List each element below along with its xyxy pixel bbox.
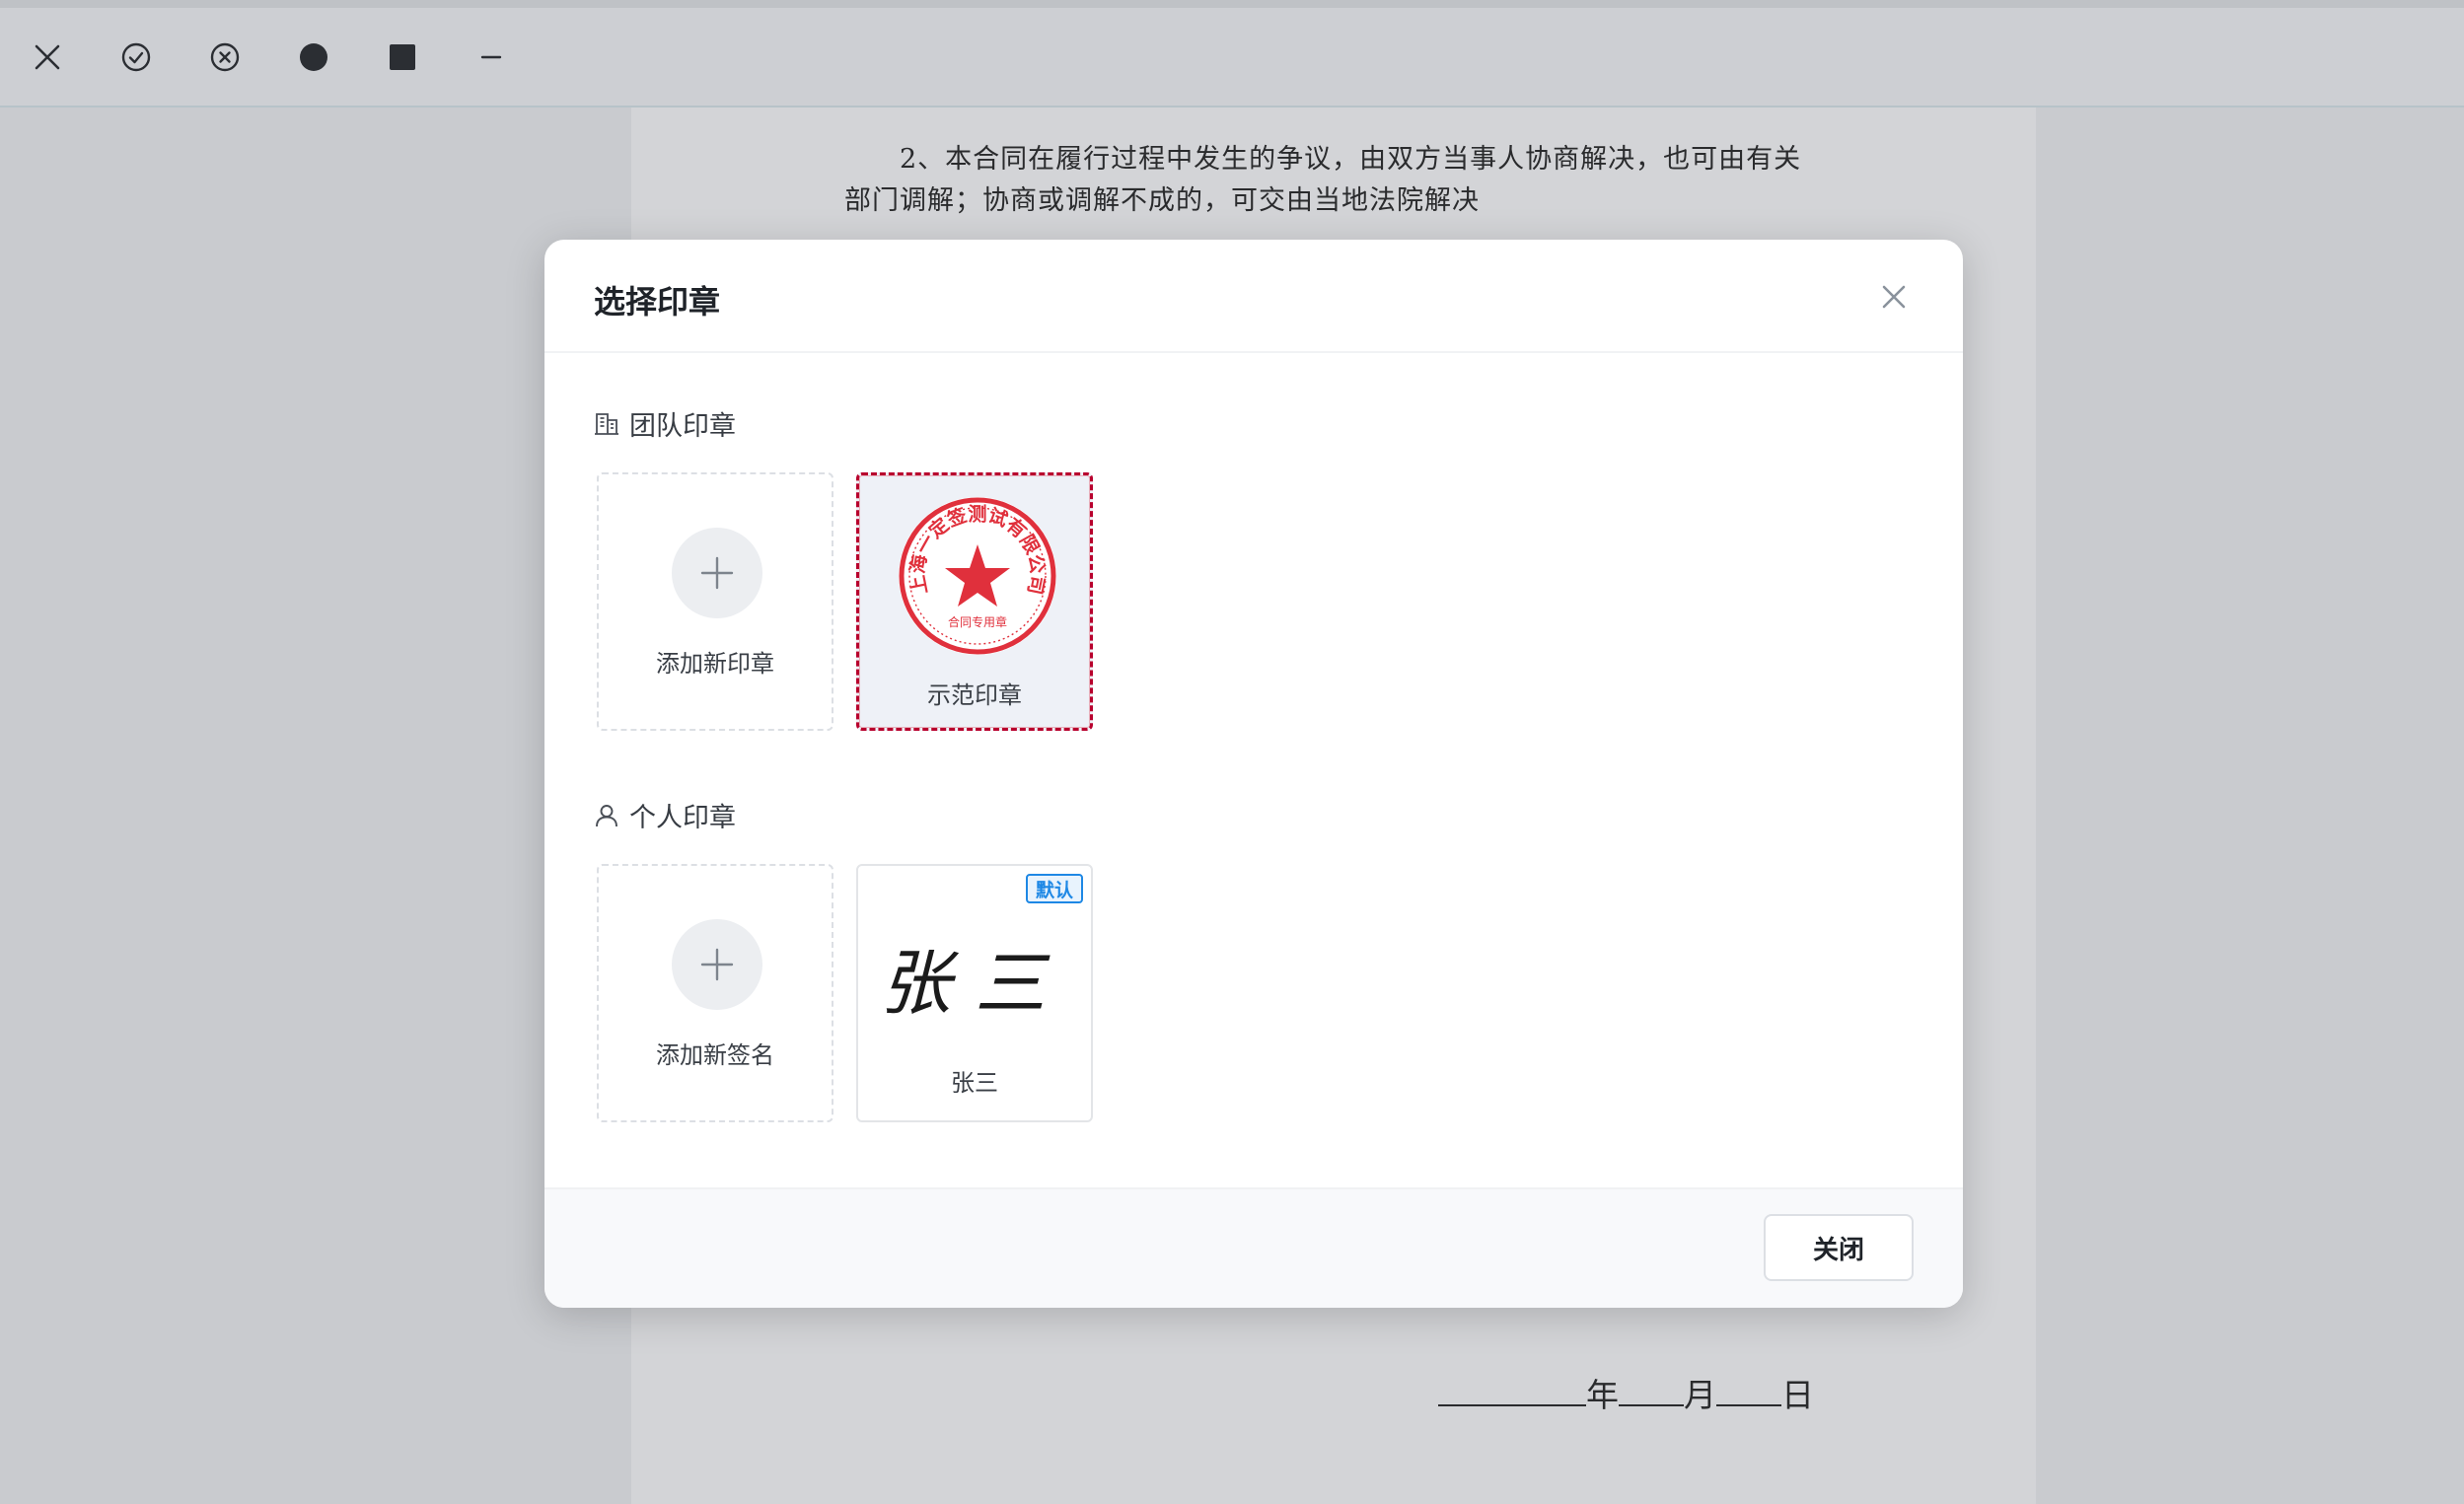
signature-image: 张三 <box>879 942 1069 1025</box>
team-seal-section-label: 团队印章 <box>594 404 736 443</box>
add-seal-plus <box>672 528 762 618</box>
select-seal-dialog: 选择印章 团队印章 添加新印章 上海一定签测试有限公司 合同专用章 示范印章 个… <box>544 240 1963 1308</box>
date-month: 月 <box>1684 1376 1716 1414</box>
signature-card[interactable]: 默认 张三 张三 <box>856 864 1093 1122</box>
close-button[interactable]: 关闭 <box>1764 1214 1914 1281</box>
year-blank[interactable] <box>1438 1379 1586 1406</box>
date-day: 日 <box>1781 1376 1814 1414</box>
add-signature-card[interactable]: 添加新签名 <box>597 864 833 1122</box>
plus-icon <box>700 948 734 981</box>
dot-tool[interactable] <box>292 36 335 79</box>
plus-icon <box>700 556 734 590</box>
demo-seal-card[interactable]: 上海一定签测试有限公司 合同专用章 示范印章 <box>856 472 1093 731</box>
add-seal-card[interactable]: 添加新印章 <box>597 472 833 731</box>
add-signature-label: 添加新签名 <box>656 1041 774 1069</box>
dialog-header: 选择印章 <box>544 240 1963 353</box>
line-tool[interactable] <box>470 36 513 79</box>
check-circle-icon <box>121 42 151 72</box>
rectangle-tool[interactable] <box>381 36 424 79</box>
document-line-2: 部门调解；协商或调解不成的，可交由当地法院解决 <box>844 185 1480 216</box>
check-tool[interactable] <box>114 36 158 79</box>
default-badge: 默认 <box>1026 874 1083 903</box>
dialog-footer: 关闭 <box>544 1187 1963 1308</box>
close-tool[interactable] <box>26 36 69 79</box>
x-circle-icon <box>210 42 240 72</box>
signature-label: 张三 <box>951 1069 998 1097</box>
filled-circle-icon <box>300 43 327 71</box>
day-blank[interactable] <box>1716 1379 1781 1406</box>
building-icon <box>595 412 618 435</box>
window-top-border <box>0 0 2464 8</box>
minus-icon <box>480 55 502 59</box>
dialog-title: 选择印章 <box>594 283 721 321</box>
document-line-1: 2、本合同在履行过程中发生的争议，由双方当事人协商解决，也可由有关 <box>900 144 1802 175</box>
month-blank[interactable] <box>1619 1379 1684 1406</box>
demo-seal-label: 示范印章 <box>927 681 1022 709</box>
cross-tool[interactable] <box>203 36 247 79</box>
date-year: 年 <box>1586 1376 1619 1414</box>
add-signature-plus <box>672 919 762 1010</box>
company-seal-image: 上海一定签测试有限公司 合同专用章 <box>899 497 1056 655</box>
personal-seal-label: 个人印章 <box>629 803 736 833</box>
dialog-close-button[interactable] <box>1876 279 1912 315</box>
close-icon <box>1882 285 1906 309</box>
team-seal-label: 团队印章 <box>629 411 736 442</box>
document-date-line: 年月日 <box>1438 1369 1814 1416</box>
user-icon <box>596 804 617 826</box>
annotation-toolbar <box>0 8 2464 107</box>
filled-square-icon <box>390 44 415 70</box>
personal-seal-section-label: 个人印章 <box>594 796 736 834</box>
seal-sub-text: 合同专用章 <box>948 614 1007 629</box>
add-seal-label: 添加新印章 <box>656 650 774 678</box>
close-icon <box>35 44 60 70</box>
